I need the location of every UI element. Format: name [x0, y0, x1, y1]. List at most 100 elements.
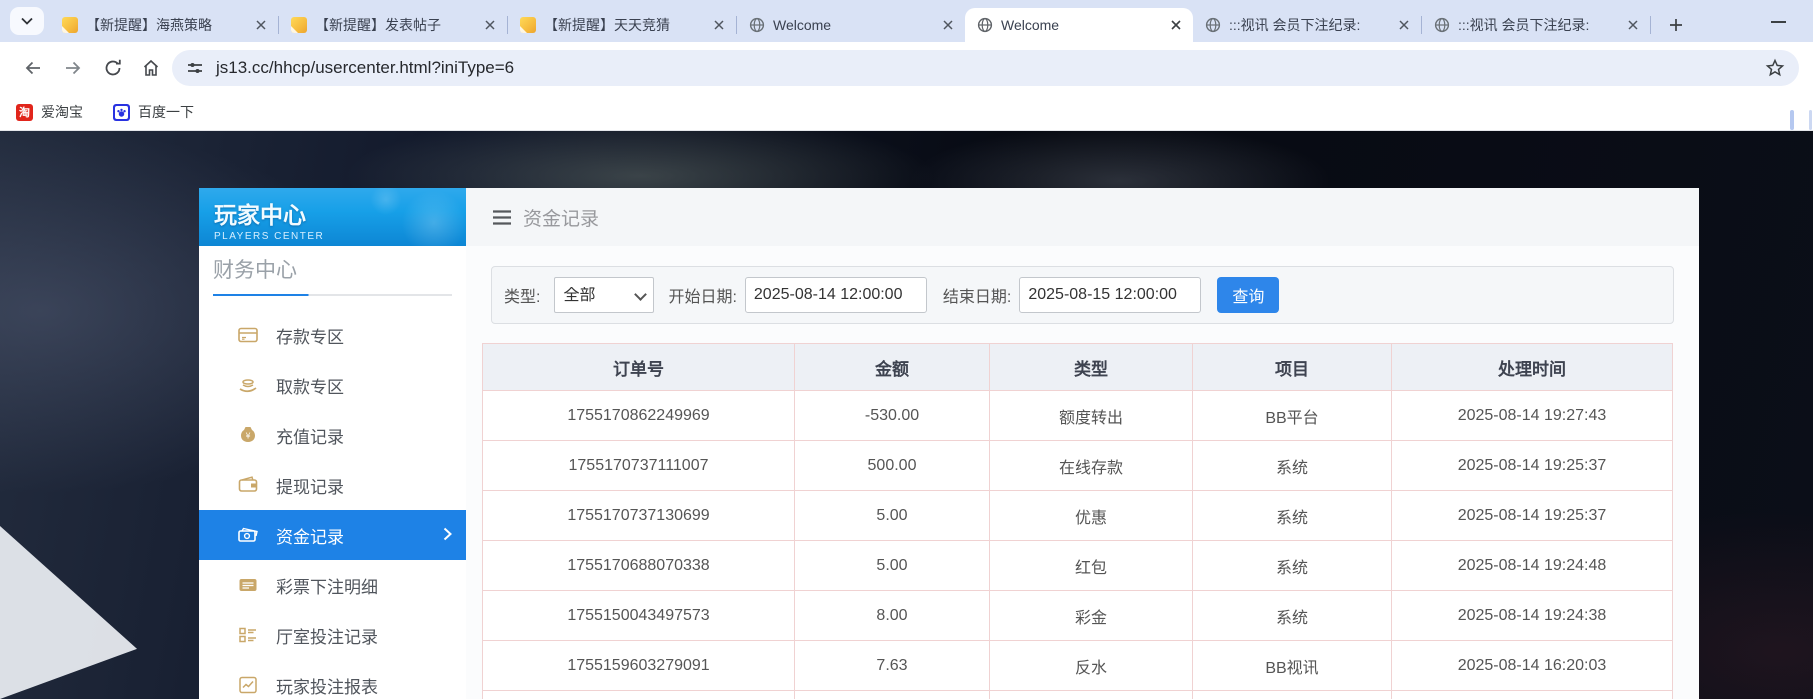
type-select-wrap: 全部 — [554, 277, 654, 313]
tab-separator — [507, 16, 508, 34]
sidebar-title: 玩家中心 — [214, 196, 466, 230]
back-arrow-icon — [23, 58, 43, 78]
cell-amount: 8.00 — [795, 591, 990, 641]
lottery-detail-icon — [237, 574, 259, 596]
chevron-down-icon — [21, 17, 33, 25]
url-text[interactable]: js13.cc/hhcp/usercenter.html?iniType=6 — [216, 58, 514, 78]
new-tab-button[interactable] — [1661, 10, 1691, 40]
reload-button[interactable] — [96, 51, 130, 85]
tab-haiyan[interactable]: 【新提醒】海燕策略 — [50, 8, 278, 42]
table-row: 1755170862249969 -530.00 额度转出 BB平台 2025-… — [483, 391, 1673, 441]
sidebar-item-label: 玩家投注报表 — [276, 673, 378, 698]
sidebar-item-deposit[interactable]: 存款专区 — [199, 310, 466, 360]
start-date-input[interactable] — [745, 277, 927, 313]
tab-separator — [1421, 16, 1422, 34]
tab-welcome-1[interactable]: Welcome — [737, 8, 965, 42]
sidebar: 玩家中心 PLAYERS CENTER 财务中心 存款专区 取款专区 ¥ 充值记… — [199, 188, 466, 699]
globe-favicon — [1205, 17, 1221, 33]
menu-icon[interactable] — [492, 210, 512, 225]
globe-favicon — [749, 17, 765, 33]
tab-welcome-active[interactable]: Welcome — [965, 8, 1193, 42]
cell-order-no: 1755159603279091 — [483, 641, 795, 691]
bookmarks-edge-marker — [1809, 110, 1812, 130]
close-tab-icon[interactable] — [710, 16, 728, 34]
tab-label: :::视讯 会员下注纪录: — [1458, 15, 1616, 35]
close-tab-icon[interactable] — [1167, 16, 1185, 34]
close-tab-icon[interactable] — [939, 16, 957, 34]
tab-separator — [278, 16, 279, 34]
sidebar-item-lottery-bet-detail[interactable]: 彩票下注明细 — [199, 560, 466, 610]
cell-order-no: 1755170737111007 — [483, 441, 795, 491]
sidebar-item-label: 充值记录 — [276, 423, 344, 448]
sidebar-item-withdrawal-record[interactable]: 提现记录 — [199, 460, 466, 510]
cell-project: BB平台 — [1193, 391, 1392, 441]
query-button[interactable]: 查询 — [1217, 277, 1279, 313]
sidebar-item-player-bet-report[interactable]: 玩家投注报表 — [199, 660, 466, 699]
sidebar-item-label: 存款专区 — [276, 323, 344, 348]
table-row: 1755170688070338 5.00 红包 系统 2025-08-14 1… — [483, 541, 1673, 591]
tab-tiantianjingcai[interactable]: 【新提醒】天天竞猜 — [508, 8, 736, 42]
col-header-project: 项目 — [1193, 344, 1392, 391]
tab-strip: 【新提醒】海燕策略 【新提醒】发表帖子 【新提醒】天天竞猜 Welcome We… — [0, 0, 1813, 42]
funds-record-icon — [237, 524, 259, 546]
close-tab-icon[interactable] — [481, 16, 499, 34]
address-bar[interactable]: js13.cc/hhcp/usercenter.html?iniType=6 — [172, 50, 1799, 86]
sidebar-item-recharge-record[interactable]: ¥ 充值记录 — [199, 410, 466, 460]
tab-label: Welcome — [773, 17, 931, 33]
bookmark-taobao[interactable]: 淘 爱淘宝 — [16, 102, 83, 122]
tab-separator — [736, 16, 737, 34]
tab-search-chevron-button[interactable] — [10, 7, 44, 35]
table-row: 1755150043497573 8.00 彩金 系统 2025-08-14 1… — [483, 591, 1673, 641]
tab-shixun-2[interactable]: :::视讯 会员下注纪录: — [1422, 8, 1650, 42]
bookmarks-bar: 淘 爱淘宝 百度一下 — [0, 94, 1813, 131]
home-icon — [141, 58, 161, 78]
bookmark-baidu[interactable]: 百度一下 — [113, 102, 194, 122]
end-date-input[interactable] — [1019, 277, 1201, 313]
minimize-icon — [1771, 21, 1786, 23]
start-date-label: 开始日期: — [668, 283, 736, 307]
sidebar-item-withdraw[interactable]: 取款专区 — [199, 360, 466, 410]
tab-shixun-1[interactable]: :::视讯 会员下注纪录: — [1193, 8, 1421, 42]
cell-project: 系统 — [1193, 441, 1392, 491]
sidebar-item-label: 资金记录 — [276, 523, 344, 548]
globe-favicon — [1434, 17, 1450, 33]
home-button[interactable] — [134, 51, 168, 85]
tab-fabiaotiezi[interactable]: 【新提醒】发表帖子 — [279, 8, 507, 42]
close-tab-icon[interactable] — [1395, 16, 1413, 34]
cell-time: 2025-08-14 16:20:03 — [1392, 641, 1673, 691]
close-tab-icon[interactable] — [1624, 16, 1642, 34]
page-title: 资金记录 — [523, 204, 599, 231]
sidebar-item-hall-bet-record[interactable]: 厅室投注记录 — [199, 610, 466, 660]
tab-separator — [1650, 16, 1651, 34]
cell-order-no: 1755170737130699 — [483, 491, 795, 541]
sidebar-subtitle: PLAYERS CENTER — [214, 231, 466, 242]
back-button[interactable] — [16, 51, 50, 85]
globe-favicon — [977, 17, 993, 33]
sidebar-item-label: 取款专区 — [276, 373, 344, 398]
tab-label: 【新提醒】发表帖子 — [315, 15, 473, 35]
withdraw-hand-icon — [237, 374, 259, 396]
funds-table: 订单号 金额 类型 项目 处理时间 1755170862249969 -530.… — [482, 343, 1673, 699]
site-info-icon[interactable] — [186, 59, 204, 77]
svg-text:¥: ¥ — [245, 432, 250, 441]
cell-amount: 500.00 — [795, 441, 990, 491]
chevron-right-icon — [443, 527, 452, 541]
baidu-favicon — [113, 104, 130, 121]
wallet-icon — [237, 474, 259, 496]
taobao-favicon: 淘 — [16, 104, 33, 121]
sidebar-item-label: 厅室投注记录 — [276, 623, 378, 648]
sidebar-item-funds-record[interactable]: 资金记录 — [199, 510, 466, 560]
minimize-button[interactable] — [1765, 13, 1791, 31]
forward-button[interactable] — [56, 51, 90, 85]
cell-type: 红包 — [990, 541, 1193, 591]
close-tab-icon[interactable] — [252, 16, 270, 34]
filter-bar: 类型: 全部 开始日期: 结束日期: 查询 — [491, 266, 1674, 324]
main-header: 资金记录 — [466, 188, 1699, 246]
cell-project: 系统 — [1193, 591, 1392, 641]
table-header-row: 订单号 金额 类型 项目 处理时间 — [483, 344, 1673, 391]
type-select[interactable]: 全部 — [554, 277, 654, 313]
sidebar-item-label: 提现记录 — [276, 473, 344, 498]
bookmark-star-icon[interactable] — [1765, 58, 1785, 78]
hall-bet-record-icon — [237, 624, 259, 646]
forum-favicon — [62, 17, 78, 33]
